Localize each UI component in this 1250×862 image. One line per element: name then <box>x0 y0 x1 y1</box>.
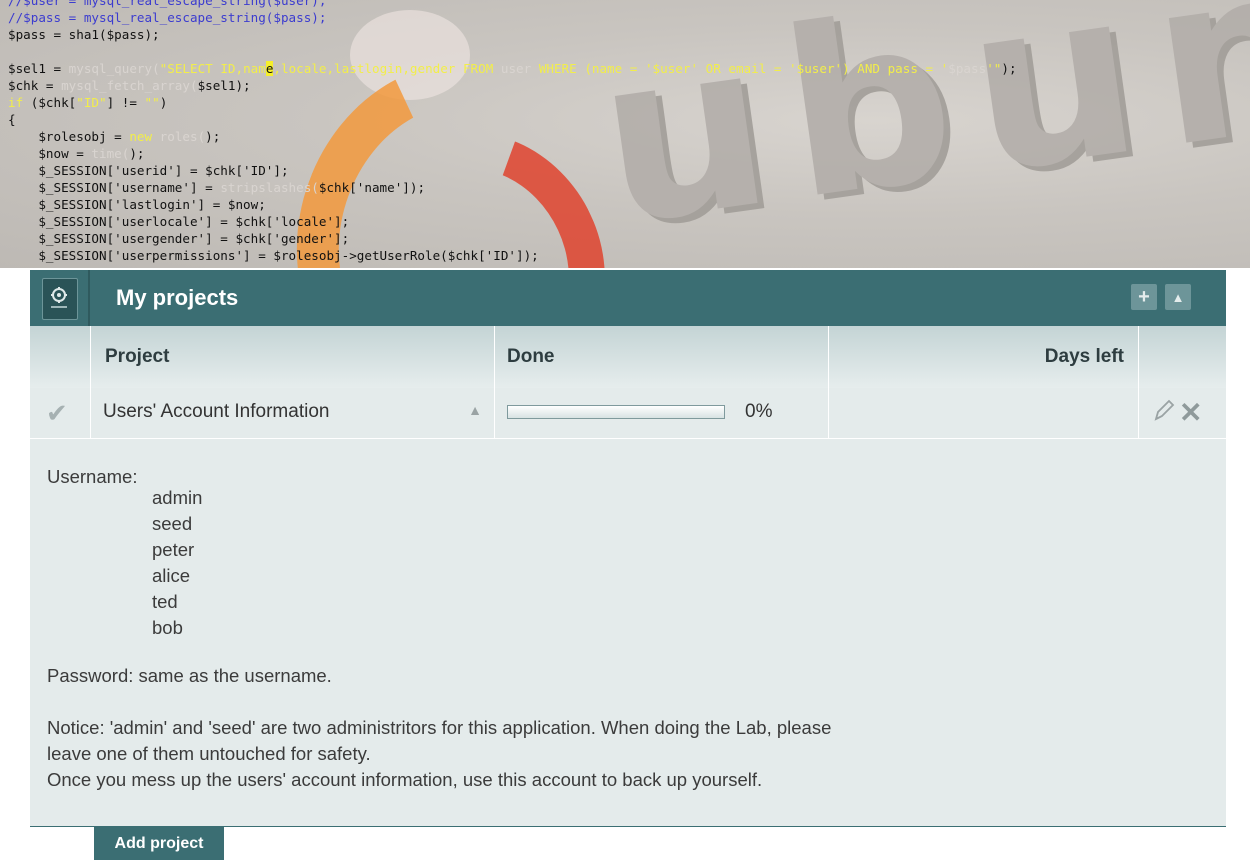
notice-line: leave one of them untouched for safety. <box>47 743 371 764</box>
code-token: //$user = mysql_real_escape_string($user… <box>8 0 327 8</box>
code-token: user <box>500 61 539 76</box>
progress-percent: 0% <box>745 401 773 422</box>
header-divider <box>88 270 90 326</box>
user-list: admin seed peter alice ted bob <box>152 485 202 641</box>
code-token: ($chk[ <box>23 95 77 110</box>
row-actions-cell: ✕ <box>1138 388 1226 438</box>
column-days-left[interactable]: Days left <box>828 326 1138 388</box>
row-done-cell: 0% <box>494 388 828 438</box>
password-note: Password: same as the username. <box>47 665 332 686</box>
collapse-panel-button[interactable]: ▲ <box>1165 284 1191 310</box>
code-token: $_SESSION['usergender'] = $chk['gender']… <box>8 231 350 246</box>
code-token: ] != <box>106 95 145 110</box>
code-token: $_SESSION['username'] = <box>8 180 221 195</box>
row-project-cell: Users' Account Information ▲ <box>90 388 494 438</box>
user-list-item: admin <box>152 487 203 508</box>
column-project[interactable]: Project <box>90 326 494 388</box>
code-token: { <box>8 112 16 127</box>
code-token: "SELECT ID,nam <box>159 61 266 76</box>
table-row[interactable]: ✔ Users' Account Information ▲ 0% ✕ <box>30 388 1226 439</box>
panel-title: My projects <box>116 285 239 310</box>
panel-header: My projects + ▲ <box>30 270 1226 326</box>
user-list-item: alice <box>152 565 191 586</box>
username-label: Username: <box>47 466 138 487</box>
code-token: $pass <box>948 61 987 76</box>
user-list-item: ted <box>152 591 178 612</box>
code-editor-background: ubun //$user = mysql_real_escape_string(… <box>0 0 1250 268</box>
code-token: $_SESSION['userid'] = $chk['ID']; <box>8 163 289 178</box>
code-token: ) <box>159 95 168 110</box>
user-list-item: seed <box>152 513 193 534</box>
code-token: time( <box>91 146 130 161</box>
code-token: roles( <box>152 129 206 144</box>
code-token: ); <box>129 146 145 161</box>
project-name-link[interactable]: Users' Account Information <box>103 401 329 423</box>
code-token: WHERE <box>538 61 585 76</box>
projects-book-icon <box>42 278 78 320</box>
code-token: $chk = <box>8 78 62 93</box>
user-list-item: bob <box>152 617 183 638</box>
plus-icon: + <box>1138 285 1150 308</box>
table-header: Project Done Days left <box>30 326 1226 388</box>
project-description: Username: admin seed peter alice ted bob Pass… <box>30 439 1226 827</box>
triangle-up-icon: ▲ <box>1171 289 1185 305</box>
code-token: $sel1); <box>197 78 251 93</box>
notice-line: Notice: 'admin' and 'seed' are two admin… <box>47 717 832 738</box>
code-token: stripslashes( <box>220 180 319 195</box>
row-status-cell: ✔ <box>30 388 90 438</box>
code-token: $now = <box>8 146 92 161</box>
code-token: //$pass = mysql_real_escape_string($pass… <box>8 10 327 25</box>
code-token: "" <box>144 95 160 110</box>
pencil-edit-icon[interactable] <box>1153 398 1175 422</box>
projects-panel: My projects + ▲ Project Done Days left ✔… <box>30 270 1226 827</box>
code-token: $chk['name']); <box>318 180 426 195</box>
code-token: $_SESSION['lastlogin'] = $now; <box>8 197 266 212</box>
progress-bar <box>507 405 725 419</box>
code-token: ); <box>205 129 221 144</box>
check-icon[interactable]: ✔ <box>46 398 68 429</box>
notice-line: Once you mess up the users' account info… <box>47 769 763 790</box>
column-done[interactable]: Done <box>494 326 828 388</box>
code-token: (name = '$user' OR email = '$user') AND … <box>584 61 949 76</box>
delete-x-icon[interactable]: ✕ <box>1179 396 1202 429</box>
code-token: $_SESSION['userpermissions'] = $rolesobj… <box>8 248 539 263</box>
row-days-left-cell <box>828 388 1138 438</box>
code-token: if <box>8 95 24 110</box>
add-project-icon-button[interactable]: + <box>1131 284 1157 310</box>
code-token: $pass = sha1($pass); <box>8 27 160 42</box>
code-token: $_SESSION['userlocale'] = $chk['locale']… <box>8 214 350 229</box>
code-token: "ID" <box>76 95 107 110</box>
code-token: ,locale,lastlogin,gender FROM <box>273 61 501 76</box>
code-token: $rolesobj = <box>8 129 130 144</box>
column-actions <box>1138 326 1226 388</box>
user-list-item: peter <box>152 539 195 560</box>
code-token: mysql_query( <box>68 61 160 76</box>
code-token: ); <box>1001 61 1017 76</box>
code-token: '" <box>986 61 1002 76</box>
code-token: new <box>129 129 153 144</box>
code-token: mysql_fetch_array( <box>61 78 198 93</box>
expand-arrow-icon[interactable]: ▲ <box>468 402 482 418</box>
add-project-button[interactable]: Add project <box>94 826 224 860</box>
code-token: $sel1 = <box>8 61 69 76</box>
php-code-listing: //$user = mysql_real_escape_string($user… <box>8 0 1017 264</box>
